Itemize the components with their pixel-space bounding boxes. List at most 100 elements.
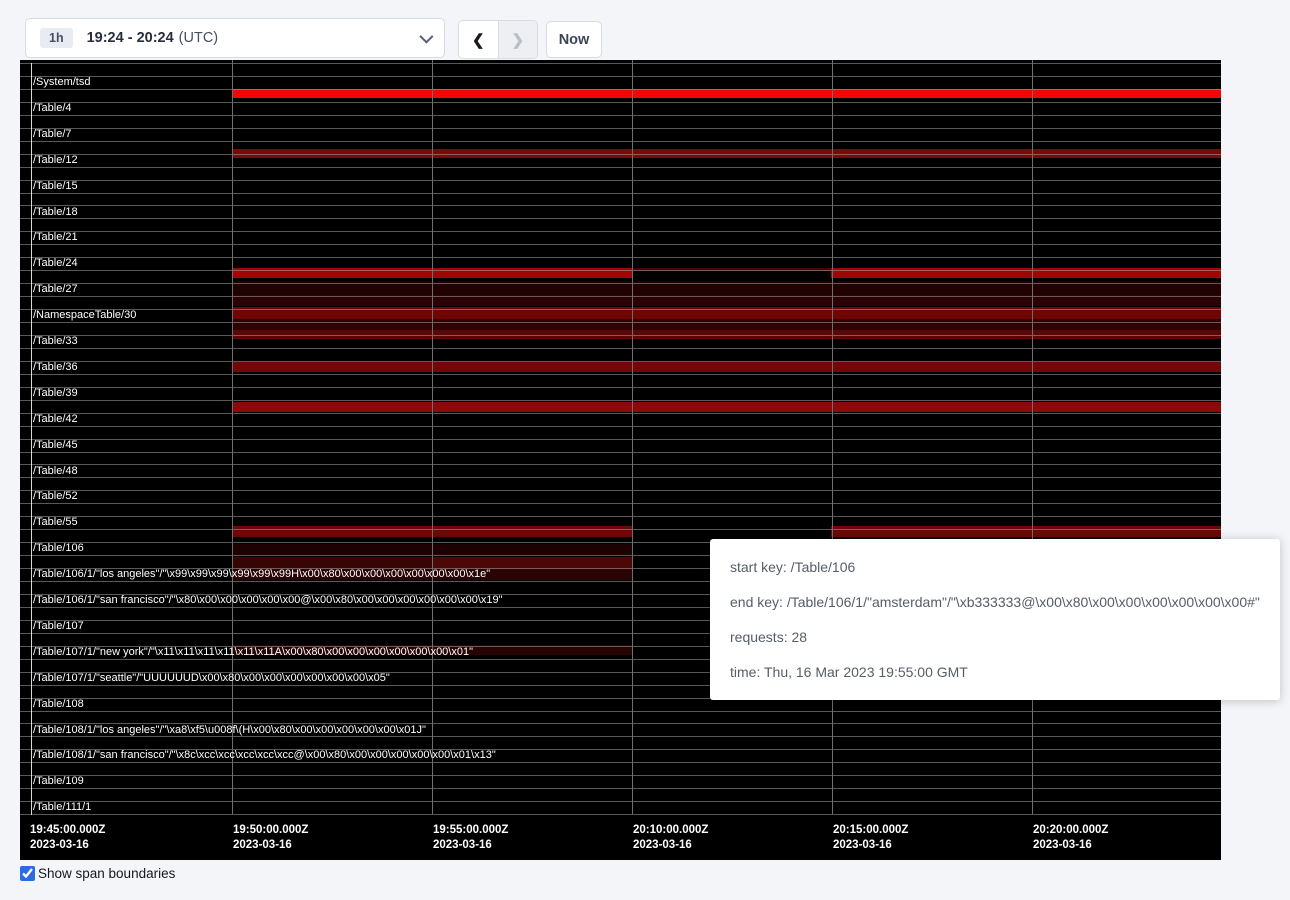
row-label: /Table/106/1/"san francisco"/"\x80\x00\x…	[33, 594, 503, 607]
now-button[interactable]: Now	[546, 21, 602, 58]
tooltip-time: time: Thu, 16 Mar 2023 19:55:00 GMT	[730, 664, 1260, 680]
time-range-preset-badge: 1h	[40, 28, 73, 49]
h-gridline	[20, 736, 1221, 737]
h-gridline	[20, 426, 1221, 427]
h-gridline	[20, 400, 1221, 401]
heatmap[interactable]: /System/tsd/Table/4/Table/7/Table/12/Tab…	[20, 60, 1221, 860]
row-label: /Table/108	[33, 698, 84, 711]
key-visualizer-page: 1h 19:24 - 20:24 (UTC) ❮ ❯ Now /System/t…	[0, 0, 1290, 900]
h-gridline	[20, 322, 1221, 323]
row-label: /Table/106/1/"los angeles"/"\x99\x99\x99…	[33, 568, 490, 581]
x-tick-time: 19:50:00.000Z	[233, 823, 308, 838]
time-range-selector[interactable]: 1h 19:24 - 20:24 (UTC)	[25, 18, 445, 58]
row-label: /Table/4	[33, 102, 72, 115]
chevron-left-icon: ❮	[472, 31, 485, 49]
x-tick-time: 20:15:00.000Z	[833, 823, 908, 838]
h-gridline	[20, 503, 1221, 504]
hot-band	[232, 362, 1221, 372]
h-gridline	[20, 283, 1221, 284]
h-gridline	[20, 257, 1221, 258]
h-gridline	[20, 244, 1221, 245]
row-label: /Table/39	[33, 387, 78, 400]
h-gridline	[20, 775, 1221, 776]
h-gridline	[20, 193, 1221, 194]
h-gridline	[20, 348, 1221, 349]
h-gridline	[20, 218, 1221, 219]
h-gridline	[20, 529, 1221, 530]
h-gridline	[20, 361, 1221, 362]
hot-band	[232, 319, 1221, 330]
h-gridline	[20, 711, 1221, 712]
h-gridline	[20, 801, 1221, 802]
chevron-down-icon	[419, 30, 433, 44]
h-gridline	[20, 63, 1221, 64]
row-label: /Table/106	[33, 542, 84, 555]
x-tick-date: 2023-03-16	[1033, 838, 1108, 853]
hot-band	[831, 526, 1221, 537]
prev-time-button[interactable]: ❮	[459, 21, 499, 58]
row-label: /Table/27	[33, 283, 78, 296]
h-gridline	[20, 141, 1221, 142]
h-gridline	[20, 76, 1221, 77]
x-tick: 20:20:00.000Z2023-03-16	[1033, 823, 1108, 853]
chevron-right-icon: ❯	[511, 31, 524, 49]
show-span-boundaries-label: Show span boundaries	[38, 866, 175, 881]
h-gridline	[20, 154, 1221, 155]
row-label: /Table/55	[33, 516, 78, 529]
x-tick-time: 20:20:00.000Z	[1033, 823, 1108, 838]
row-label: /Table/36	[33, 361, 78, 374]
tooltip-end-key: end key: /Table/106/1/"amsterdam"/"\xb33…	[730, 594, 1260, 610]
h-gridline	[20, 231, 1221, 232]
h-gridline	[20, 89, 1221, 90]
x-tick: 19:45:00.000Z2023-03-16	[30, 823, 105, 853]
row-label: /Table/108/1/"san francisco"/"\x8c\xcc\x…	[33, 749, 496, 762]
h-gridline	[20, 296, 1221, 297]
x-tick-date: 2023-03-16	[233, 838, 308, 853]
h-gridline	[20, 413, 1221, 414]
x-tick-date: 2023-03-16	[433, 838, 508, 853]
row-label: /Table/52	[33, 490, 78, 503]
x-tick-date: 2023-03-16	[30, 838, 105, 853]
h-gridline	[20, 452, 1221, 453]
h-gridline	[20, 516, 1221, 517]
h-gridline	[20, 102, 1221, 103]
row-label: /Table/18	[33, 206, 78, 219]
row-label: /Table/15	[33, 180, 78, 193]
row-label: /Table/12	[33, 154, 78, 167]
h-gridline	[20, 128, 1221, 129]
h-gridline	[20, 490, 1221, 491]
row-label: /NamespaceTable/30	[33, 309, 136, 322]
row-label: /Table/33	[33, 335, 78, 348]
span-tooltip: start key: /Table/106 end key: /Table/10…	[710, 539, 1280, 700]
show-span-boundaries-row: Show span boundaries	[20, 866, 175, 881]
h-gridline	[20, 788, 1221, 789]
x-tick: 19:50:00.000Z2023-03-16	[233, 823, 308, 853]
row-label: /Table/108/1/"los angeles"/"\xa8\xf5\u00…	[33, 724, 426, 737]
h-gridline	[20, 270, 1221, 271]
h-gridline	[20, 762, 1221, 763]
h-gridline	[20, 464, 1221, 465]
next-time-button-disabled[interactable]: ❯	[499, 21, 538, 58]
show-span-boundaries-checkbox[interactable]	[20, 866, 35, 881]
tooltip-requests: requests: 28	[730, 629, 1260, 645]
hot-band	[232, 402, 1221, 413]
v-gridline	[432, 60, 433, 814]
v-gridline	[232, 60, 233, 814]
x-tick-time: 19:55:00.000Z	[433, 823, 508, 838]
h-gridline	[20, 205, 1221, 206]
x-tick: 20:10:00.000Z2023-03-16	[633, 823, 708, 853]
row-label: /Table/111/1	[33, 801, 91, 814]
v-gridline	[632, 60, 633, 814]
hot-band	[232, 557, 433, 569]
h-gridline	[20, 309, 1221, 310]
h-gridline	[20, 439, 1221, 440]
row-label: /Table/109	[33, 775, 84, 788]
h-gridline	[20, 335, 1221, 336]
h-gridline	[20, 387, 1221, 388]
row-label: /Table/45	[33, 439, 78, 452]
h-gridline	[20, 180, 1221, 181]
row-label: /Table/21	[33, 231, 78, 244]
h-gridline	[20, 814, 1221, 815]
row-label: /Table/107/1/"new york"/"\x11\x11\x11\x1…	[33, 646, 473, 659]
row-label: /Table/107	[33, 620, 84, 633]
